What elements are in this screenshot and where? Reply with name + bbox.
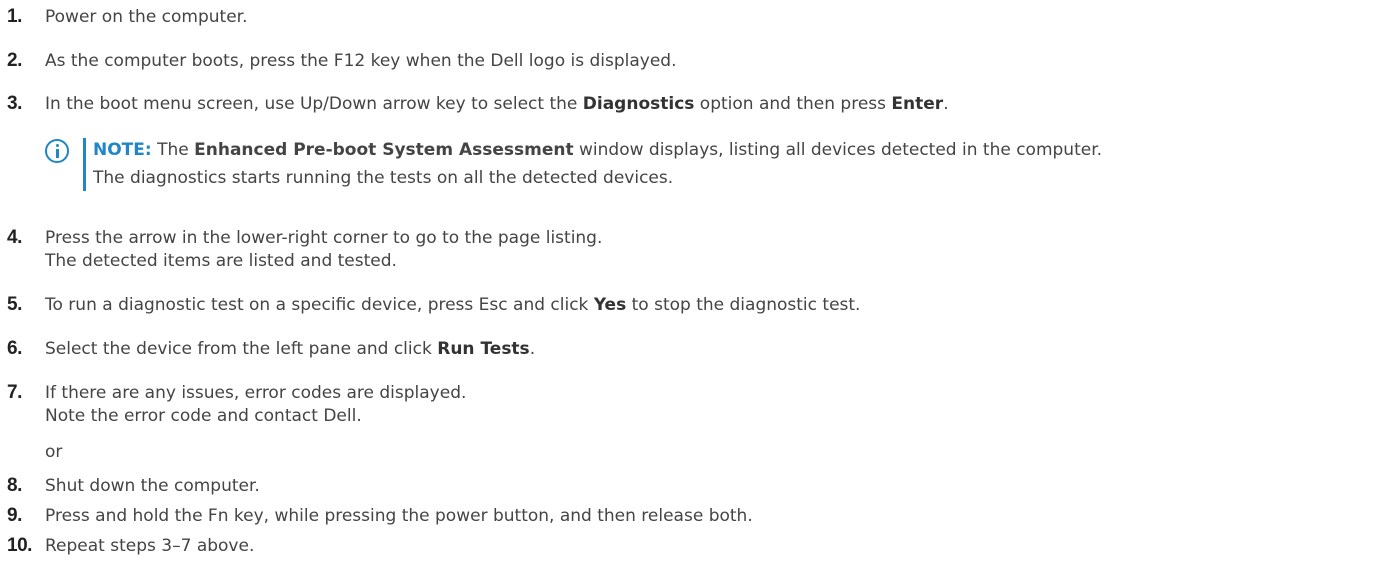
- note-text: NOTE: The Enhanced Pre-boot System Asses…: [93, 138, 1102, 162]
- step-text: Repeat steps 3–7 above.: [45, 536, 255, 556]
- step-text-part: to stop the diagnostic test.: [626, 295, 861, 315]
- note-label: NOTE:: [93, 140, 152, 160]
- step-text-emphasis: Diagnostics: [582, 94, 695, 114]
- step-number: 5.: [7, 294, 22, 315]
- step-number: 4.: [7, 227, 22, 248]
- step-number: 3.: [7, 93, 22, 114]
- step-number: 7.: [7, 382, 22, 403]
- step-text: Shut down the computer.: [45, 476, 260, 496]
- step-text: Press and hold the Fn key, while pressin…: [45, 506, 753, 526]
- note-text-emphasis: Enhanced Pre-boot System Assessment: [194, 140, 574, 160]
- step-text-part: option and then press: [694, 94, 892, 114]
- step-text-part: .: [529, 339, 536, 359]
- step-text: To run a diagnostic test on a specific d…: [45, 293, 860, 317]
- step-number: 8.: [7, 475, 22, 496]
- step-text-emphasis: Run Tests: [437, 339, 530, 359]
- step-text-part: To run a diagnostic test on a specific d…: [45, 295, 594, 315]
- step-text: The detected items are listed and tested…: [45, 251, 397, 271]
- note-text-part: window displays, listing all devices det…: [573, 140, 1103, 160]
- step-number: 6.: [7, 338, 22, 359]
- step-text: Select the device from the left pane and…: [45, 337, 535, 361]
- step-text-part: In the boot menu screen, use Up/Down arr…: [45, 94, 583, 114]
- note-divider: [83, 138, 86, 191]
- step-number: 1.: [7, 6, 22, 27]
- step-number: 10.: [7, 535, 32, 556]
- step-text: Note the error code and contact Dell.: [45, 406, 362, 426]
- step-text: If there are any issues, error codes are…: [45, 383, 467, 403]
- step-text: As the computer boots, press the F12 key…: [45, 51, 677, 71]
- step-text-emphasis: Yes: [593, 295, 627, 315]
- step-text: In the boot menu screen, use Up/Down arr…: [45, 92, 949, 116]
- info-icon: [45, 139, 69, 163]
- step-text-emphasis: Enter: [891, 94, 944, 114]
- step-number: 9.: [7, 505, 22, 526]
- note-text-line2: The diagnostics starts running the tests…: [93, 168, 674, 188]
- step-text: Power on the computer.: [45, 7, 248, 27]
- step-text-or: or: [45, 442, 63, 462]
- step-text-part: Select the device from the left pane and…: [45, 339, 438, 359]
- note-text-part: The: [151, 140, 195, 160]
- step-text-part: .: [943, 94, 949, 114]
- step-text: Press the arrow in the lower-right corne…: [45, 228, 603, 248]
- step-number: 2.: [7, 50, 22, 71]
